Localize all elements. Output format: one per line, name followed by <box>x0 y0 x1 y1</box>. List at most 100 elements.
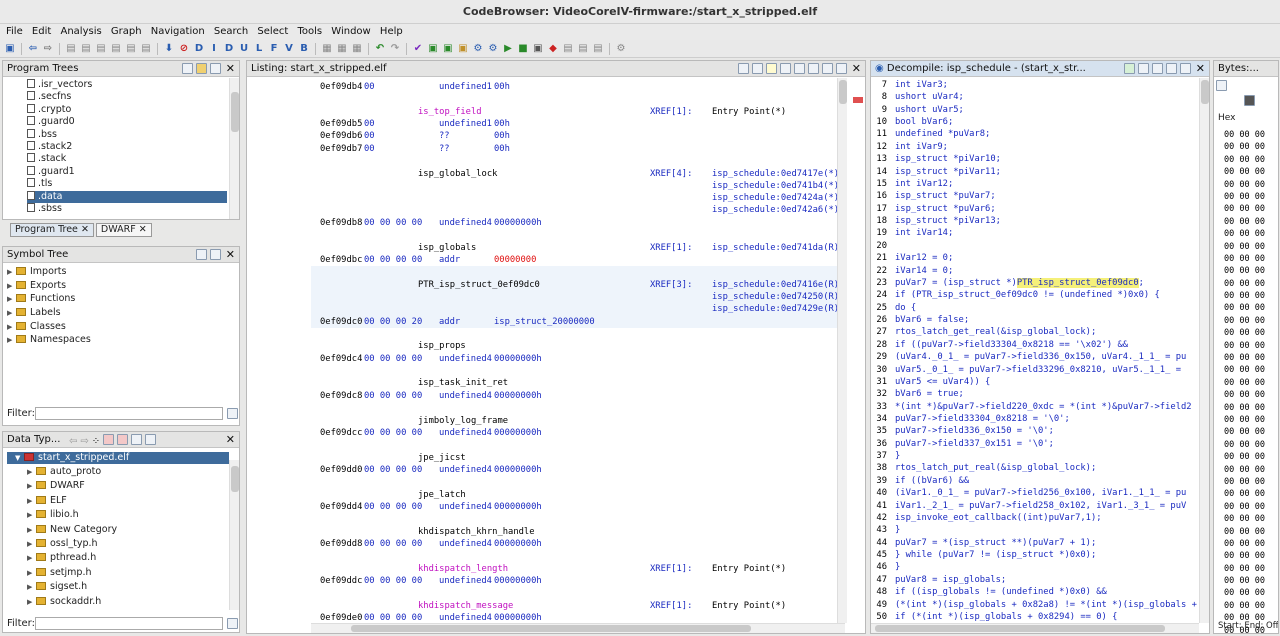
edit-icon[interactable] <box>1216 80 1227 91</box>
listing-row[interactable]: khdispatch_message XREF[1]: Entry Point(*) <box>247 600 865 612</box>
tool-icon[interactable] <box>780 63 791 74</box>
filter-icon[interactable] <box>103 434 115 445</box>
listing-row[interactable]: khdispatch_khrn_handle <box>247 526 865 538</box>
program-tree-item[interactable]: .tls <box>27 178 227 190</box>
listing-row[interactable]: 0ef09dc8 00 00 00 00 undefined4 00000000h <box>247 390 865 402</box>
undo-icon[interactable]: ↶ <box>374 43 386 55</box>
xref-link[interactable]: Entry Point(*) <box>712 600 786 612</box>
code-line[interactable]: 48 if ((isp_globals != (undefined *)0x0) … <box>871 586 1209 598</box>
checkmark-icon[interactable]: ✔ <box>412 43 424 55</box>
tree-icon[interactable] <box>196 249 207 260</box>
menu-search[interactable]: Search <box>214 26 248 37</box>
save-icon[interactable]: ▣ <box>4 43 16 55</box>
xref-link[interactable]: isp_schedule:0ed7417e(*), <box>712 168 844 180</box>
data-type-item[interactable]: ▶ sockaddr.h <box>27 596 227 610</box>
code-line[interactable]: 16 isp_struct *puVar7; <box>871 190 1209 202</box>
tool-icon[interactable]: ⚙ <box>615 43 627 55</box>
code-line[interactable]: 15 int iVar12; <box>871 178 1209 190</box>
code-line[interactable]: 37 } <box>871 450 1209 462</box>
program-tree-item[interactable]: .guard0 <box>27 116 227 128</box>
data-type-item[interactable]: ▶ auto_proto <box>27 466 227 480</box>
data-type-item[interactable]: ▶ DWARF <box>27 480 227 494</box>
expand-icon[interactable]: ▶ <box>27 480 36 492</box>
step-icon[interactable]: ■ <box>517 43 529 55</box>
horizontal-scrollbar[interactable] <box>311 623 845 633</box>
listing-row[interactable]: isp_schedule:0ed7424a(*), <box>247 192 865 204</box>
tool-icon[interactable]: ▤ <box>592 43 604 55</box>
code-line[interactable]: 29 (uVar4._0_1_ = puVar7->field336_0x150… <box>871 351 1209 363</box>
menu-help[interactable]: Help <box>380 26 403 37</box>
hex-view[interactable]: 00 00 00 00 00 00 00 00 00 00 00 00 00 00 00… <box>1224 129 1265 633</box>
program-tree-item[interactable]: .stack <box>27 153 227 165</box>
listing-row[interactable]: 0ef09dc0 00 00 00 20 addr isp_struct_200000… <box>247 316 865 328</box>
code-line[interactable]: 12 int iVar9; <box>871 141 1209 153</box>
listing-row[interactable]: is_top_field XREF[1]: Entry Point(*) <box>247 106 865 118</box>
code-line[interactable]: 38 rtos_latch_put_real(&isp_global_lock)… <box>871 462 1209 474</box>
listing-row[interactable]: 0ef09dd8 00 00 00 00 undefined4 00000000h <box>247 538 865 550</box>
code-line[interactable]: 28 if ((puVar7->field33304_0x8218 == '\x… <box>871 339 1209 351</box>
tree-icon[interactable] <box>210 63 221 74</box>
menu-graph[interactable]: Graph <box>111 26 142 37</box>
listing-row[interactable]: 0ef09ddc 00 00 00 00 undefined4 00000000h <box>247 575 865 587</box>
data-type-item[interactable]: ▶ New Category <box>27 524 227 538</box>
xref-link[interactable]: isp_schedule:0ed741da(R) <box>712 242 839 254</box>
code-line[interactable]: 13 isp_struct *piVar10; <box>871 153 1209 165</box>
close-icon[interactable]: ✕ <box>1196 61 1205 76</box>
code-line[interactable]: 23 puVar7 = (isp_struct *)PTR_isp_struct_… <box>871 277 1209 289</box>
code-line[interactable]: 27 rtos_latch_get_real(&isp_global_lock)… <box>871 326 1209 338</box>
filter-options-icon[interactable] <box>227 618 238 629</box>
copy-icon[interactable] <box>738 63 749 74</box>
symbol-tree-item[interactable]: ▶ Classes <box>7 321 227 335</box>
code-line[interactable]: 39 if ((bVar6) && <box>871 475 1209 487</box>
tool-icon[interactable]: ▣ <box>532 43 544 55</box>
back-icon[interactable]: ⇦ <box>69 434 77 447</box>
expand-icon[interactable]: ▶ <box>27 495 36 507</box>
refresh-icon[interactable] <box>1124 63 1135 74</box>
menu-window[interactable]: Window <box>331 26 370 37</box>
code-line[interactable]: 44 puVar7 = *(isp_struct **)(puVar7 + 1)… <box>871 537 1209 549</box>
horizontal-scrollbar[interactable] <box>871 623 1199 633</box>
tool-icon[interactable] <box>808 63 819 74</box>
code-line[interactable]: 31 uVar5 <= uVar4)) { <box>871 376 1209 388</box>
tree-icon[interactable] <box>210 249 221 260</box>
filter-options-icon[interactable] <box>227 408 238 419</box>
code-line[interactable]: 46} <box>871 561 1209 573</box>
data-type-item[interactable]: ▶ ossl_typ.h <box>27 538 227 552</box>
symbol-tree-item[interactable]: ▶ Labels <box>7 307 227 321</box>
listing-row[interactable]: 0ef09db8 00 00 00 00 undefined4 00000000h <box>247 217 865 229</box>
code-line[interactable]: 9 ushort uVar5; <box>871 104 1209 116</box>
expand-icon[interactable]: ▶ <box>7 293 16 305</box>
run-icon[interactable]: ▶ <box>502 43 514 55</box>
close-icon[interactable]: ✕ <box>852 61 861 76</box>
listing-row[interactable]: isp_globals XREF[1]: isp_schedule:0ed741da… <box>247 242 865 254</box>
code-line[interactable]: 50 if (*(int *)(isp_globals + 0x8294) ==… <box>871 611 1209 623</box>
xref-link[interactable]: isp_schedule:0ed742a6(*) <box>712 204 839 216</box>
down-arrow-icon[interactable]: ⬇ <box>163 43 175 55</box>
tree-icon[interactable] <box>182 63 193 74</box>
listing-row[interactable]: 0ef09dbc 00 00 00 00 addr 00000000 <box>247 254 865 266</box>
forward-icon[interactable]: ⇨ <box>80 434 88 447</box>
listing-row[interactable]: isp_global_lock XREF[4]: isp_schedule:0ed7… <box>247 168 865 180</box>
code-line[interactable]: 17 isp_struct *puVar6; <box>871 203 1209 215</box>
nav-icon[interactable]: ▤ <box>80 43 92 55</box>
filter-icon[interactable] <box>117 434 129 445</box>
listing-row[interactable]: isp_schedule:0ed7429e(R) <box>247 303 865 315</box>
data-type-item[interactable]: ▶ ELF <box>27 495 227 509</box>
listing-row[interactable]: jpe_latch <box>247 489 865 501</box>
xref-link[interactable]: isp_schedule:0ed74250(R), <box>712 291 844 303</box>
symbol-tree-item[interactable]: ▶ Imports <box>7 266 227 280</box>
listing-row[interactable]: jpe_jicst <box>247 452 865 464</box>
xref-link[interactable]: Entry Point(*) <box>712 563 786 575</box>
listing-row[interactable]: 0ef09db5 00 undefined1 00h <box>247 118 865 130</box>
cursor-icon[interactable] <box>766 63 777 74</box>
data-type-filter-input[interactable] <box>35 617 223 630</box>
expand-icon[interactable]: ▶ <box>7 334 16 346</box>
expand-icon[interactable]: ▶ <box>27 524 36 536</box>
code-line[interactable]: 34 puVar7->field33304_0x8218 = '\0'; <box>871 413 1209 425</box>
tool-icon[interactable]: ▤ <box>562 43 574 55</box>
code-line[interactable]: 18 isp_struct *piVar13; <box>871 215 1209 227</box>
collapse-icon[interactable] <box>131 434 143 445</box>
code-line[interactable]: 41 iVar1._2_1_ = puVar7->field258_0x102,… <box>871 500 1209 512</box>
code-line[interactable]: 30 uVar5._0_1_ = puVar7->field33296_0x82… <box>871 364 1209 376</box>
code-line[interactable]: 10 bool bVar6; <box>871 116 1209 128</box>
